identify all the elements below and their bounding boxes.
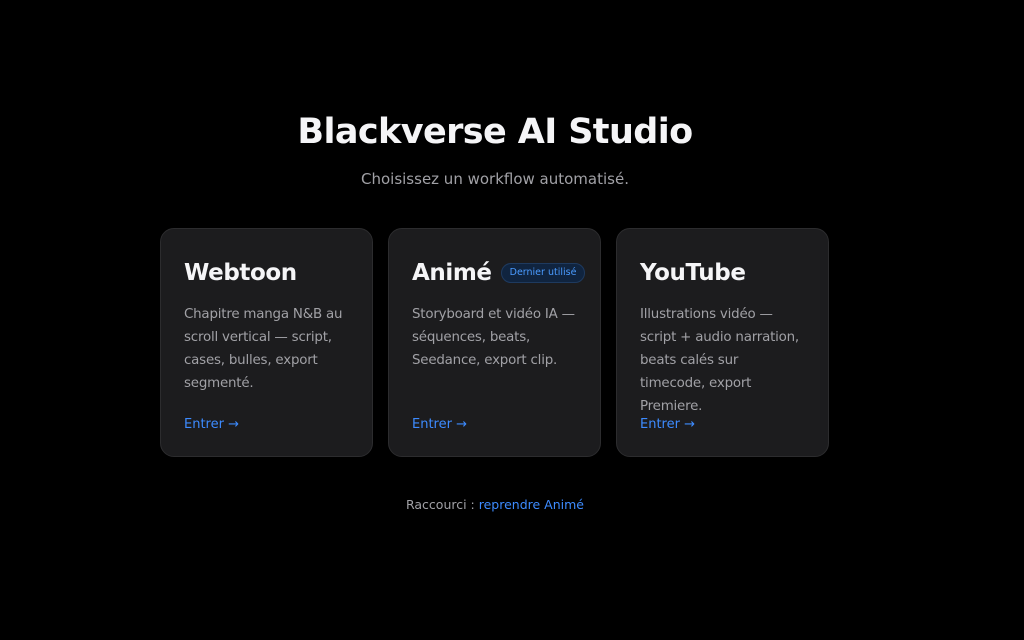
page-subtitle: Choisissez un workflow automatisé. [361,170,629,188]
card-title: Webtoon [184,260,297,286]
card-description: Chapitre manga N&B au scroll vertical — … [184,307,343,391]
card-description: Illustrations vidéo — script + audio nar… [640,307,799,414]
card-title: Animé [412,260,492,286]
card-description: Storyboard et vidéo IA — séquences, beat… [412,307,575,368]
resume-anime-link[interactable]: reprendre Animé [479,497,584,512]
enter-webtoon-link[interactable]: Entrer → [184,415,239,435]
card-header: Animé Dernier utilisé [412,256,586,290]
shortcut-row: Raccourci : reprendre Animé [0,495,990,515]
enter-youtube-link[interactable]: Entrer → [640,415,695,435]
workflow-card-youtube[interactable]: YouTube Illustrations vidéo — script + a… [616,228,829,457]
workflow-cards: Webtoon Chapitre manga N&B au scroll ver… [160,228,829,457]
card-title: YouTube [640,260,746,286]
card-header: Webtoon [184,256,349,290]
card-header: YouTube [640,256,805,290]
last-used-badge: Dernier utilisé [500,263,586,283]
workflow-card-anime[interactable]: Animé Dernier utilisé Storyboard et vidé… [388,228,601,457]
shortcut-label: Raccourci : [405,497,475,512]
workflow-picker-page: Blackverse AI Studio Choisissez un workf… [0,0,1024,640]
page-title: Blackverse AI Studio [297,112,693,152]
workflow-card-webtoon[interactable]: Webtoon Chapitre manga N&B au scroll ver… [160,228,373,457]
enter-anime-link[interactable]: Entrer → [412,415,467,435]
